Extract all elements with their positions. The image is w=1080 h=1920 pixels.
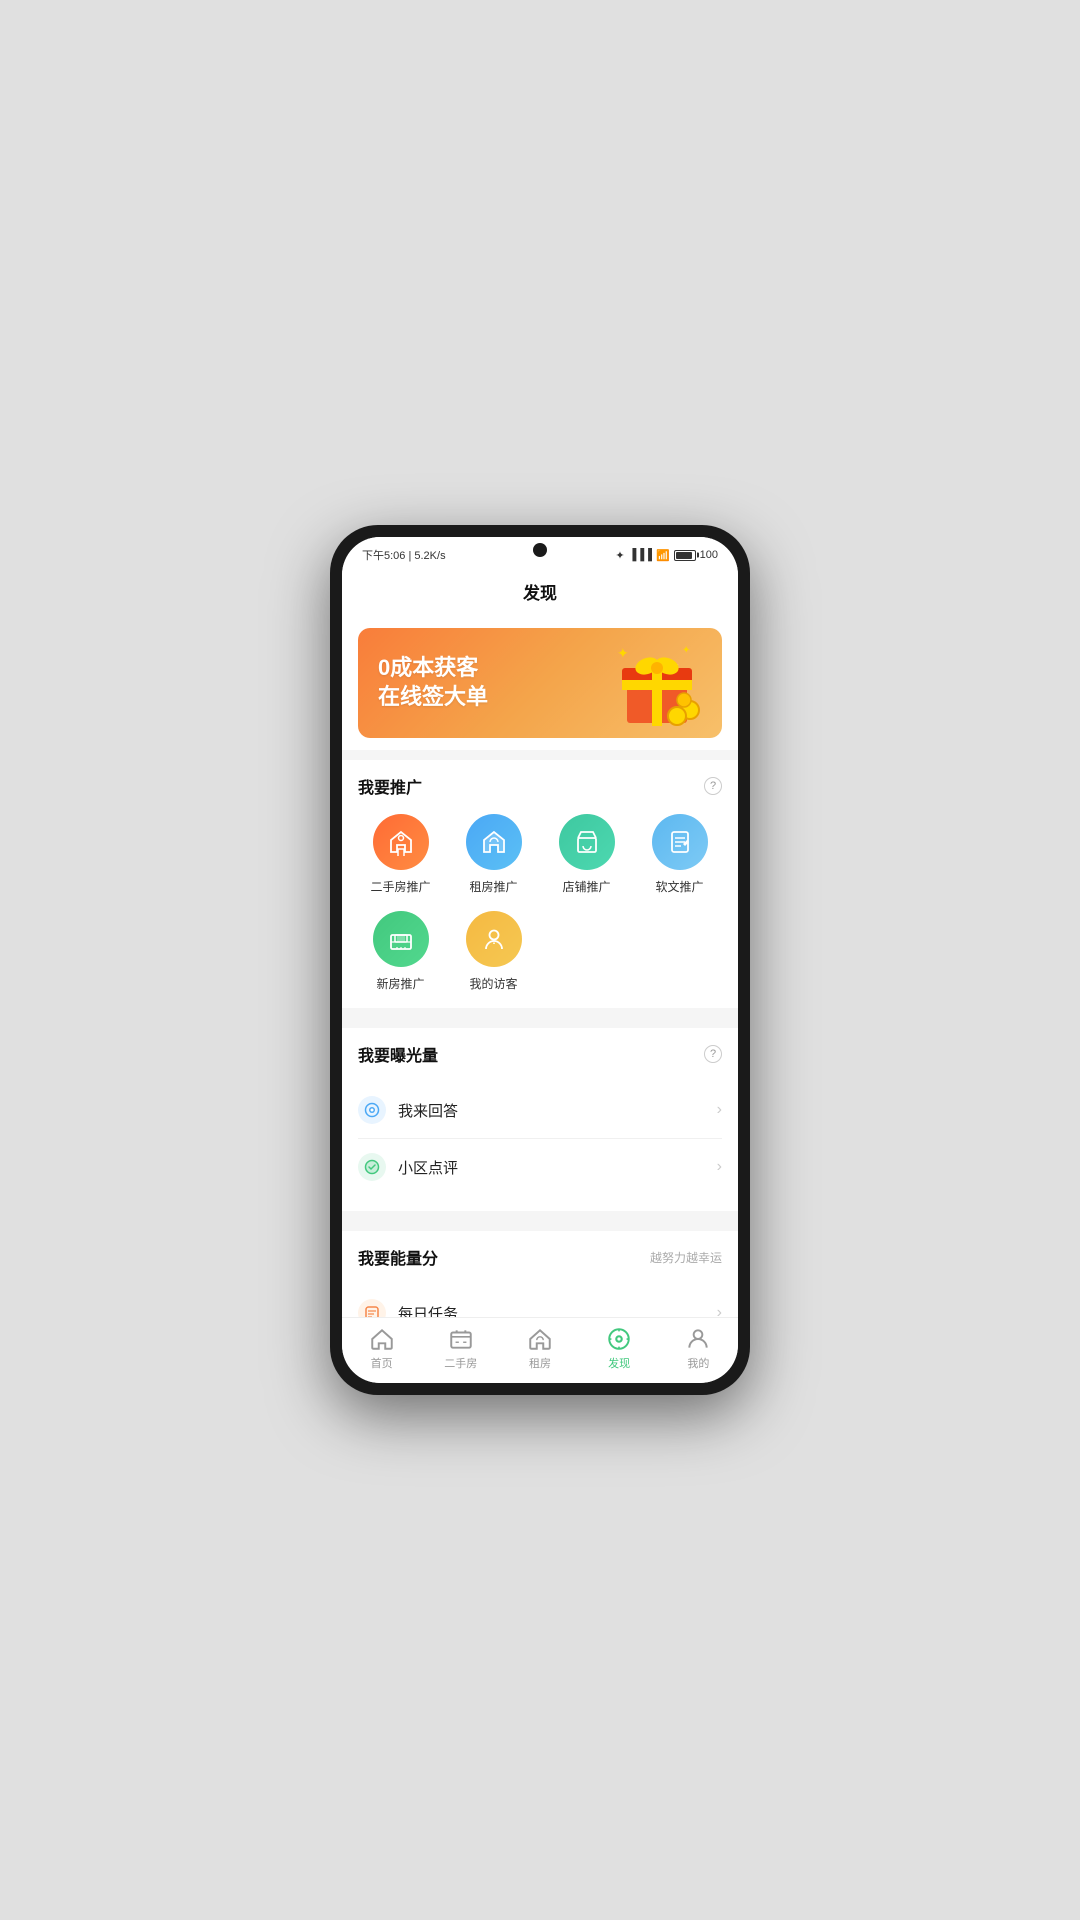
review-arrow: › [717, 1158, 722, 1176]
answer-icon [358, 1096, 386, 1124]
list-item-daily-task[interactable]: 每日任务 › [358, 1285, 722, 1317]
divider-1 [342, 1008, 738, 1018]
promote-header: 我要推广 ? [358, 774, 722, 798]
exposure-section: 我要曝光量 ? 我来回答 › [342, 1028, 738, 1211]
promote-section: 我要推广 ? 二手房推广 [342, 760, 738, 1008]
page-title: 发现 [523, 584, 557, 603]
answer-arrow: › [717, 1101, 722, 1119]
grid-item-shop[interactable]: 店铺推广 [544, 814, 629, 895]
nav-item-profile[interactable]: 我的 [668, 1326, 728, 1371]
nav-second-hand-label: 二手房 [444, 1355, 477, 1371]
bottom-nav: 首页 二手房 租房 [342, 1317, 738, 1383]
second-hand-icon [373, 814, 429, 870]
wifi-icon: 📶 [656, 549, 670, 562]
nav-profile-icon [685, 1326, 711, 1352]
nav-item-discover[interactable]: 发现 [589, 1326, 649, 1371]
list-item-answer[interactable]: 我来回答 › [358, 1082, 722, 1139]
bluetooth-icon: ✦ [615, 549, 624, 562]
nav-item-home[interactable]: 首页 [352, 1326, 412, 1371]
daily-task-arrow: › [717, 1304, 722, 1317]
grid-item-rental[interactable]: 租房推广 [451, 814, 536, 895]
shop-icon [559, 814, 615, 870]
rental-icon [466, 814, 522, 870]
battery-icon [674, 550, 696, 561]
rental-label: 租房推广 [469, 878, 517, 895]
phone-frame: 下午5:06 | 5.2K/s ✦ ▐▐▐ 📶 100 发现 0成本获客 [330, 525, 750, 1395]
review-icon [358, 1153, 386, 1181]
exposure-header: 我要曝光量 ? [358, 1042, 722, 1066]
nav-rental-icon [527, 1326, 553, 1352]
grid-item-visitors[interactable]: 我的访客 [451, 911, 536, 992]
banner-text: 0成本获客 在线签大单 [378, 654, 488, 711]
article-icon [652, 814, 708, 870]
status-time: 下午5:06 | 5.2K/s [362, 547, 446, 563]
nav-rental-label: 租房 [529, 1355, 551, 1371]
svg-text:✦: ✦ [682, 645, 690, 656]
nav-item-rental[interactable]: 租房 [510, 1326, 570, 1371]
app-header: 发现 [342, 569, 738, 616]
battery-level: 100 [700, 549, 718, 561]
second-hand-label: 二手房推广 [370, 878, 430, 895]
status-right: ✦ ▐▐▐ 📶 100 [615, 549, 718, 562]
energy-section: 我要能量分 越努力越幸运 每日任务 › [342, 1231, 738, 1317]
scroll-content[interactable]: 0成本获客 在线签大单 ✦ ✦ ★ [342, 616, 738, 1317]
grid-item-new-house[interactable]: 新房推广 [358, 911, 443, 992]
shop-label: 店铺推广 [562, 878, 610, 895]
nav-second-hand-icon [448, 1326, 474, 1352]
article-label: 软文推广 [655, 878, 703, 895]
nav-discover-icon [606, 1326, 632, 1352]
exposure-help-icon[interactable]: ? [704, 1045, 722, 1063]
promote-grid: 二手房推广 租房推广 [358, 814, 722, 992]
banner-image: ✦ ✦ ★ [612, 638, 702, 728]
new-house-icon [373, 911, 429, 967]
home-icon [369, 1326, 395, 1352]
visitors-label: 我的访客 [469, 975, 517, 992]
grid-item-article[interactable]: 软文推广 [637, 814, 722, 895]
visitors-icon [466, 911, 522, 967]
daily-task-label: 每日任务 [398, 1303, 717, 1318]
notch [533, 543, 547, 557]
energy-title: 我要能量分 [358, 1245, 438, 1269]
review-label: 小区点评 [398, 1157, 717, 1178]
banner-section: 0成本获客 在线签大单 ✦ ✦ ★ [342, 616, 738, 750]
nav-item-second-hand[interactable]: 二手房 [431, 1326, 491, 1371]
exposure-title: 我要曝光量 [358, 1042, 438, 1066]
phone-screen: 下午5:06 | 5.2K/s ✦ ▐▐▐ 📶 100 发现 0成本获客 [342, 537, 738, 1383]
nav-home-label: 首页 [371, 1355, 393, 1371]
nav-discover-label: 发现 [608, 1355, 630, 1371]
daily-task-icon [358, 1299, 386, 1317]
energy-subtitle: 越努力越幸运 [650, 1249, 722, 1266]
answer-label: 我来回答 [398, 1100, 717, 1121]
banner[interactable]: 0成本获客 在线签大单 ✦ ✦ ★ [358, 628, 722, 738]
energy-header: 我要能量分 越努力越幸运 [358, 1245, 722, 1269]
promote-title: 我要推广 [358, 774, 422, 798]
new-house-label: 新房推广 [376, 975, 424, 992]
svg-text:✦: ✦ [617, 645, 629, 661]
divider-2 [342, 1211, 738, 1221]
signal-icon: ▐▐▐ [629, 549, 652, 561]
grid-item-second-hand[interactable]: 二手房推广 [358, 814, 443, 895]
nav-profile-label: 我的 [687, 1355, 709, 1371]
promote-help-icon[interactable]: ? [704, 777, 722, 795]
list-item-review[interactable]: 小区点评 › [358, 1139, 722, 1195]
